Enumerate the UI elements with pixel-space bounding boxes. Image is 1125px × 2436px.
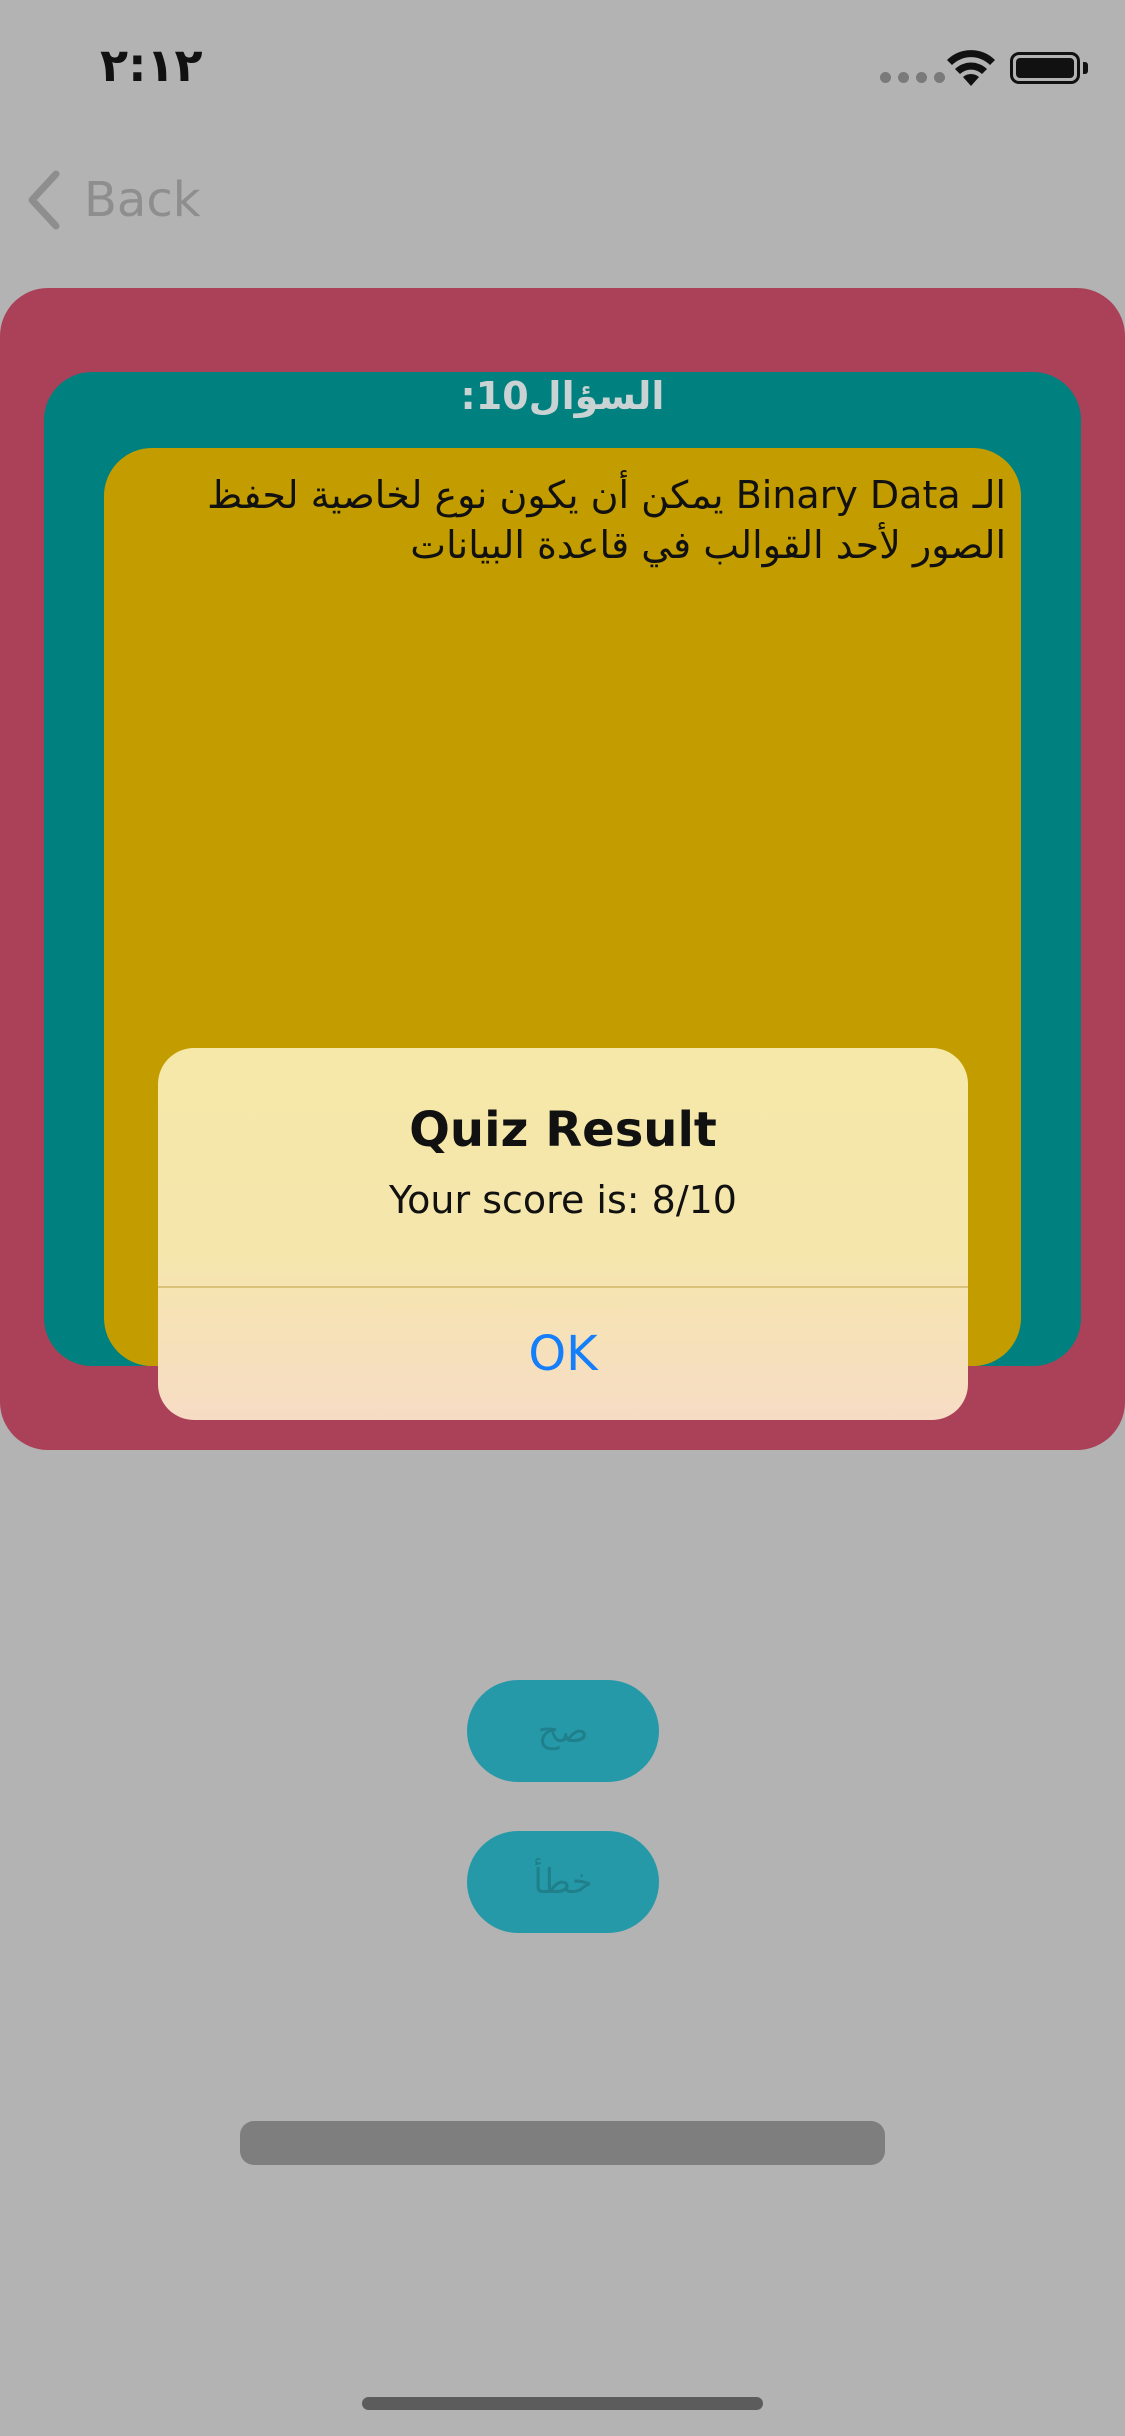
status-bar: ٢:١٢ <box>0 0 1125 132</box>
progress-bar <box>240 2121 885 2165</box>
wifi-icon <box>947 50 995 86</box>
question-text: الـ Binary Data يمكن أن يكون نوع لخاصية … <box>207 473 1006 567</box>
battery-cap <box>1083 62 1088 74</box>
alert-title: Quiz Result <box>409 1102 717 1158</box>
false-answer-button[interactable]: خطأ <box>467 1831 659 1933</box>
alert-message: Your score is: 8/10 <box>389 1178 737 1222</box>
cellular-signal-icon <box>880 72 945 83</box>
ok-button[interactable]: OK <box>158 1288 968 1420</box>
true-answer-label: صح <box>537 1711 589 1751</box>
true-answer-button[interactable]: صح <box>467 1680 659 1782</box>
status-time: ٢:١٢ <box>100 38 203 92</box>
back-button[interactable]: Back <box>24 165 201 235</box>
back-label: Back <box>84 172 201 228</box>
chevron-left-icon <box>28 170 60 230</box>
battery-icon <box>1010 52 1080 84</box>
false-answer-label: خطأ <box>533 1862 593 1902</box>
home-indicator[interactable] <box>362 2397 763 2410</box>
quiz-result-alert: Quiz Result Your score is: 8/10 OK <box>158 1048 968 1420</box>
question-title: السؤال10: <box>460 374 665 418</box>
